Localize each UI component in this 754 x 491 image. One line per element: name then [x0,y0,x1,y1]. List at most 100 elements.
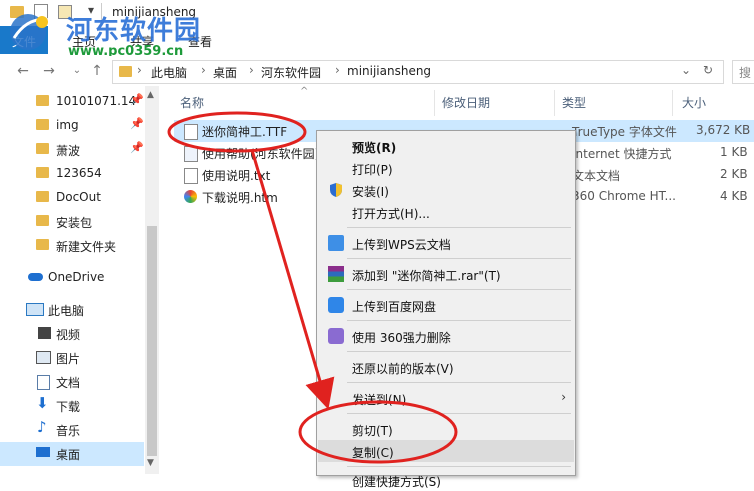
watermark-logo [6,8,58,52]
column-size[interactable]: 大小 [682,94,706,111]
column-type[interactable]: 类型 [562,94,586,111]
menu-item-send-to[interactable]: 发送到(N) › [318,387,574,409]
crumb-minijiansheng[interactable]: minijiansheng [347,64,431,78]
music-icon: ♪ [37,418,47,436]
browser-file-icon [184,190,197,203]
menu-item-label: 剪切(T) [352,424,393,438]
file-name: 使用说明.txt [202,169,271,183]
address-bar[interactable]: › 此电脑 › 桌面 › 河东软件园 › minijiansheng ⌄ ↻ [112,60,724,84]
up-button[interactable]: ↑ [88,62,106,80]
pin-icon: 📌 [130,117,144,130]
column-date[interactable]: 修改日期 [442,94,490,111]
menu-item-label: 复制(C) [352,446,394,460]
nav-item-videos[interactable]: 视频 [0,322,144,346]
nav-item-quick-3[interactable]: 123654 [0,162,144,186]
menu-item-label: 还原以前的版本(V) [352,362,454,376]
menu-item-baidu-upload[interactable]: 上传到百度网盘 [318,294,574,316]
nav-item-quick-0[interactable]: 10101071.14 📌 [0,90,144,114]
nav-item-quick-4[interactable]: DocOut [0,186,144,210]
menu-item-label: 预览(R) [352,141,397,155]
menu-item-copy[interactable]: 复制(C) [318,440,574,462]
nav-item-label: DocOut [56,190,101,204]
nav-item-label: 桌面 [56,448,81,462]
chevron-right-icon: › [201,63,206,77]
chevron-right-icon: › [335,63,340,77]
nav-item-quick-5[interactable]: 安装包 [0,210,144,234]
column-divider[interactable] [434,90,435,116]
nav-item-music[interactable]: ♪ 音乐 [0,418,144,442]
search-input[interactable]: 搜 [732,60,754,84]
forward-button[interactable]: → [40,62,58,80]
menu-item-add-to-rar[interactable]: 添加到 "迷你简神工.rar"(T) [318,263,574,285]
folder-icon [36,143,49,154]
menu-separator [347,413,571,414]
menu-separator [347,289,571,290]
nav-item-quick-6[interactable]: 新建文件夹 [0,234,144,258]
nav-item-downloads[interactable]: ⬇ 下载 [0,394,144,418]
menu-item-restore-versions[interactable]: 还原以前的版本(V) [318,356,574,378]
picture-icon [36,351,51,364]
menu-item-wps-upload[interactable]: 上传到WPS云文档 [318,232,574,254]
file-size: 3,672 KB [696,123,751,137]
winrar-icon [328,266,344,282]
nav-item-quick-2[interactable]: 萧波 📌 [0,138,144,162]
back-button[interactable]: ← [14,62,32,80]
nav-item-this-pc[interactable]: 此电脑 [0,298,144,322]
pin-icon: 📌 [130,141,144,154]
menu-item-label: 打开方式(H)... [352,207,430,221]
menu-item-create-shortcut[interactable]: 创建快捷方式(S) [318,469,574,491]
menu-item-print[interactable]: 打印(P) [318,157,574,179]
address-dropdown-icon[interactable]: ⌄ [681,63,691,77]
address-row: ← → ⌄ ↑ › 此电脑 › 桌面 › 河东软件园 › minijianshe… [0,56,754,87]
nav-item-pictures[interactable]: 图片 [0,346,144,370]
crumb-hedong[interactable]: 河东软件园 [261,64,321,81]
menu-item-360-delete[interactable]: 使用 360强力删除 [318,325,574,347]
nav-item-label: 123654 [56,166,102,180]
video-icon [36,327,51,339]
file-size: 4 KB [720,189,748,203]
context-menu: 预览(R) 打印(P) 安装(I) 打开方式(H)... 上传到WPS云文档 添… [316,130,576,489]
menu-item-open-with[interactable]: 打开方式(H)... [318,201,574,223]
pin-icon: 📌 [130,93,144,106]
search-placeholder: 搜 [739,66,752,80]
recent-locations-icon[interactable]: ⌄ [68,62,86,80]
folder-icon [119,66,132,77]
folder-icon [36,119,49,130]
scroll-down-icon[interactable]: ▼ [147,458,154,468]
nav-item-desktop[interactable]: 桌面 [0,442,144,466]
shield-icon [328,182,344,198]
menu-separator [347,382,571,383]
menu-item-cut[interactable]: 剪切(T) [318,418,574,440]
nav-item-label: 图片 [56,352,81,366]
column-divider[interactable] [554,90,555,116]
menu-separator [347,258,571,259]
folder-icon [36,191,49,202]
download-icon: ⬇ [36,394,49,412]
nav-item-label: 新建文件夹 [56,240,117,254]
crumb-this-pc[interactable]: 此电脑 [151,64,187,81]
scroll-up-icon[interactable]: ▲ [147,90,154,100]
nav-item-onedrive[interactable]: OneDrive [0,266,144,290]
nav-item-label: 下载 [56,400,81,414]
file-size: 1 KB [720,145,748,159]
menu-item-label: 上传到百度网盘 [352,300,437,314]
watermark-title: 河东软件园 [66,16,202,46]
nav-item-label: 安装包 [56,216,93,230]
refresh-icon[interactable]: ↻ [703,63,713,77]
nav-item-documents[interactable]: 文档 [0,370,144,394]
nav-item-label: 视频 [56,328,81,342]
nav-item-label: 萧波 [56,144,81,158]
menu-item-install[interactable]: 安装(I) [318,179,574,201]
menu-item-preview[interactable]: 预览(R) [318,135,574,157]
crumb-desktop[interactable]: 桌面 [213,64,237,81]
column-name[interactable]: 名称 [180,94,204,111]
file-type: 360 Chrome HT... [572,189,676,203]
navigation-pane: 10101071.14 📌 img 📌 萧波 📌 123654 DocOut 安… [0,86,160,474]
nav-item-quick-1[interactable]: img 📌 [0,114,144,138]
nav-scrollbar-thumb[interactable] [147,226,157,456]
column-divider[interactable] [672,90,673,116]
nav-item-label: img [56,118,79,132]
chevron-right-icon: › [249,63,254,77]
folder-icon [36,95,49,106]
menu-item-label: 打印(P) [352,163,393,177]
